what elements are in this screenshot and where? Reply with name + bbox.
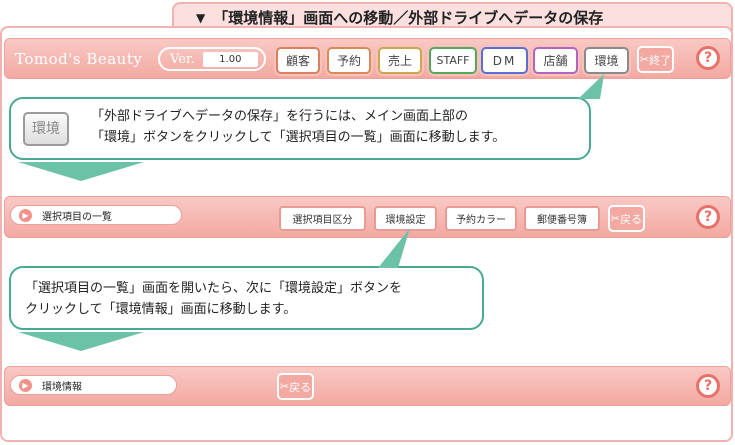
scissors-icon: ✂ (279, 380, 290, 393)
callout1-line1: 「外部ドライブへデータの保存」を行うには、メイン画面上部の (91, 109, 469, 124)
selection-list-toolbar: ▶ 選択項目の一覧 選択項目区分 環境設定 予約カラー 郵便番号簿 ✂ 戻る ? (4, 196, 731, 238)
exit-button[interactable]: ✂ 終了 (637, 46, 674, 73)
help-icon[interactable]: ? (696, 374, 720, 398)
environment-info-toolbar: ▶ 環境情報 ✂ 戻る ? (4, 366, 731, 406)
postal-code-button[interactable]: 郵便番号簿 (524, 206, 600, 231)
callout2-line1: 「選択項目の一覧」画面を開いたら、次に「環境設定」ボタンを (25, 281, 403, 296)
sales-button[interactable]: 売上 (378, 47, 422, 74)
customer-button[interactable]: 顧客 (276, 47, 320, 74)
scissors-icon: ✂ (639, 53, 650, 66)
version-value: 1.00 (202, 51, 258, 67)
store-button[interactable]: 店舗 (533, 47, 578, 74)
dm-button[interactable]: DM (481, 47, 528, 74)
version-label: Ver. (170, 51, 195, 67)
main-toolbar: Tomod's Beauty Ver. 1.00 顧客 予約 売上 STAFF … (4, 38, 731, 79)
screen-name: 選択項目の一覧 (42, 211, 112, 223)
instruction-callout-2: 「選択項目の一覧」画面を開いたら、次に「環境設定」ボタンを クリックして「環境情… (9, 266, 484, 330)
callout2-line2: クリックして「環境情報」画面に移動します。 (25, 302, 297, 317)
instruction-callout-1: 環境 「外部ドライブへデータの保存」を行うには、メイン画面上部の 「環境」ボタン… (9, 97, 591, 160)
screen-name-field: ▶ 選択項目の一覧 (10, 205, 182, 225)
exit-label: 終了 (649, 53, 672, 67)
page-title-text: 「環境情報」画面への移動／外部ドライブへデータの保存 (213, 9, 604, 27)
version-box: Ver. 1.00 (158, 47, 266, 71)
help-icon[interactable]: ? (696, 46, 720, 70)
back-button[interactable]: ✂ 戻る (608, 205, 645, 232)
scissors-icon: ✂ (610, 212, 621, 225)
help-icon[interactable]: ? (696, 205, 720, 229)
environment-button[interactable]: 環境 (584, 47, 629, 74)
screen-name-field: ▶ 環境情報 (10, 375, 177, 395)
screen-name: 環境情報 (42, 381, 82, 393)
staff-button[interactable]: STAFF (429, 47, 477, 74)
environment-settings-button[interactable]: 環境設定 (374, 206, 437, 231)
back-button[interactable]: ✂ 戻る (277, 373, 314, 400)
selection-category-button[interactable]: 選択項目区分 (279, 206, 366, 231)
reservation-color-button[interactable]: 予約カラー (445, 206, 517, 231)
down-triangle-icon: ▼ (196, 10, 206, 25)
back-label: 戻る (289, 380, 312, 394)
environment-button-icon: 環境 (23, 112, 69, 146)
brand-logo: Tomod's Beauty (15, 50, 143, 68)
bullet-icon: ▶ (19, 208, 32, 222)
callout1-line2: 「環境」ボタンをクリックして「選択項目の一覧」画面に移動します。 (91, 130, 506, 145)
bullet-icon: ▶ (19, 378, 32, 392)
back-label: 戻る (620, 212, 643, 226)
reservation-button[interactable]: 予約 (327, 47, 371, 74)
